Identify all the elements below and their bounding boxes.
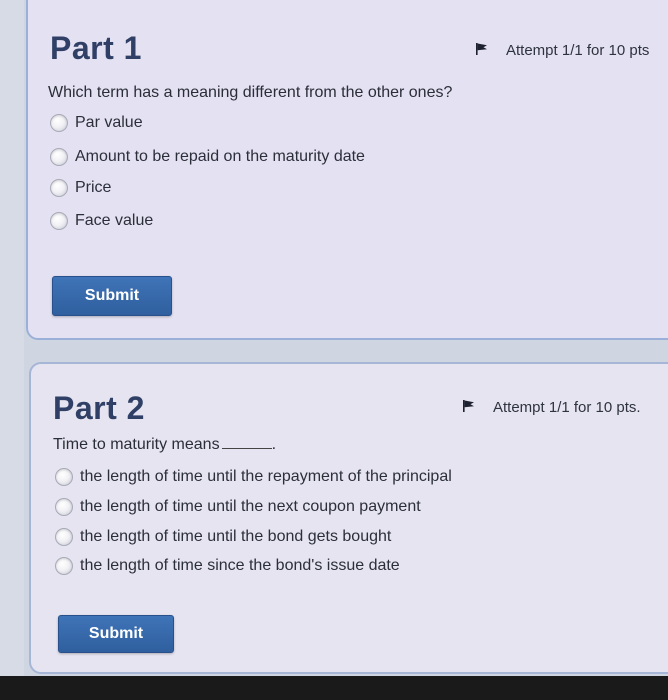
option-label: Face value: [75, 212, 154, 229]
part-2-option-2[interactable]: the length of time until the next coupon…: [55, 498, 421, 516]
flag-icon[interactable]: [463, 400, 475, 412]
question-card-part-1: Part 1 Attempt 1/1 for 10 pts Which term…: [26, 0, 668, 340]
radio-button-icon[interactable]: [55, 557, 73, 575]
part-1-attempt-info: Attempt 1/1 for 10 pts: [506, 42, 650, 59]
question-suffix: .: [271, 436, 277, 453]
option-label: the length of time since the bond's issu…: [80, 557, 400, 574]
option-label: Par value: [75, 114, 143, 131]
radio-button-icon[interactable]: [50, 114, 68, 132]
answer-blank: [221, 448, 272, 449]
radio-button-icon[interactable]: [55, 498, 73, 516]
radio-button-icon[interactable]: [55, 468, 73, 486]
radio-button-icon[interactable]: [50, 148, 68, 166]
option-label: Price: [75, 179, 112, 196]
part-1-question-text: Which term has a meaning different from …: [48, 84, 453, 101]
option-label: Amount to be repaid on the maturity date: [75, 148, 365, 165]
part-2-title: Part 2: [53, 390, 145, 426]
part-1-option-1[interactable]: Par value: [50, 114, 143, 132]
part-2-option-3[interactable]: the length of time until the bond gets b…: [55, 528, 391, 546]
part-2-submit-button[interactable]: Submit: [58, 615, 174, 653]
option-label: the length of time until the repayment o…: [80, 468, 452, 485]
part-1-option-2[interactable]: Amount to be repaid on the maturity date: [50, 148, 365, 166]
page-margin: [0, 0, 24, 676]
part-2-option-1[interactable]: the length of time until the repayment o…: [55, 468, 452, 486]
option-label: the length of time until the next coupon…: [80, 498, 421, 515]
flag-icon[interactable]: [476, 43, 488, 55]
screen-bezel: [0, 676, 668, 700]
part-2-question-text: Time to maturity means.: [53, 436, 276, 454]
radio-button-icon[interactable]: [55, 528, 73, 546]
option-label: the length of time until the bond gets b…: [80, 528, 392, 545]
part-1-title: Part 1: [50, 30, 142, 66]
part-1-submit-button[interactable]: Submit: [52, 276, 172, 316]
radio-button-icon[interactable]: [50, 212, 68, 230]
part-2-option-4[interactable]: the length of time since the bond's issu…: [55, 557, 400, 575]
radio-button-icon[interactable]: [50, 179, 68, 197]
question-card-part-2: Part 2 Attempt 1/1 for 10 pts. Time to m…: [29, 362, 668, 674]
part-1-option-3[interactable]: Price: [50, 179, 111, 197]
part-2-attempt-info: Attempt 1/1 for 10 pts.: [493, 399, 641, 416]
part-1-option-4[interactable]: Face value: [50, 212, 153, 230]
question-prompt: Time to maturity means: [53, 436, 220, 453]
